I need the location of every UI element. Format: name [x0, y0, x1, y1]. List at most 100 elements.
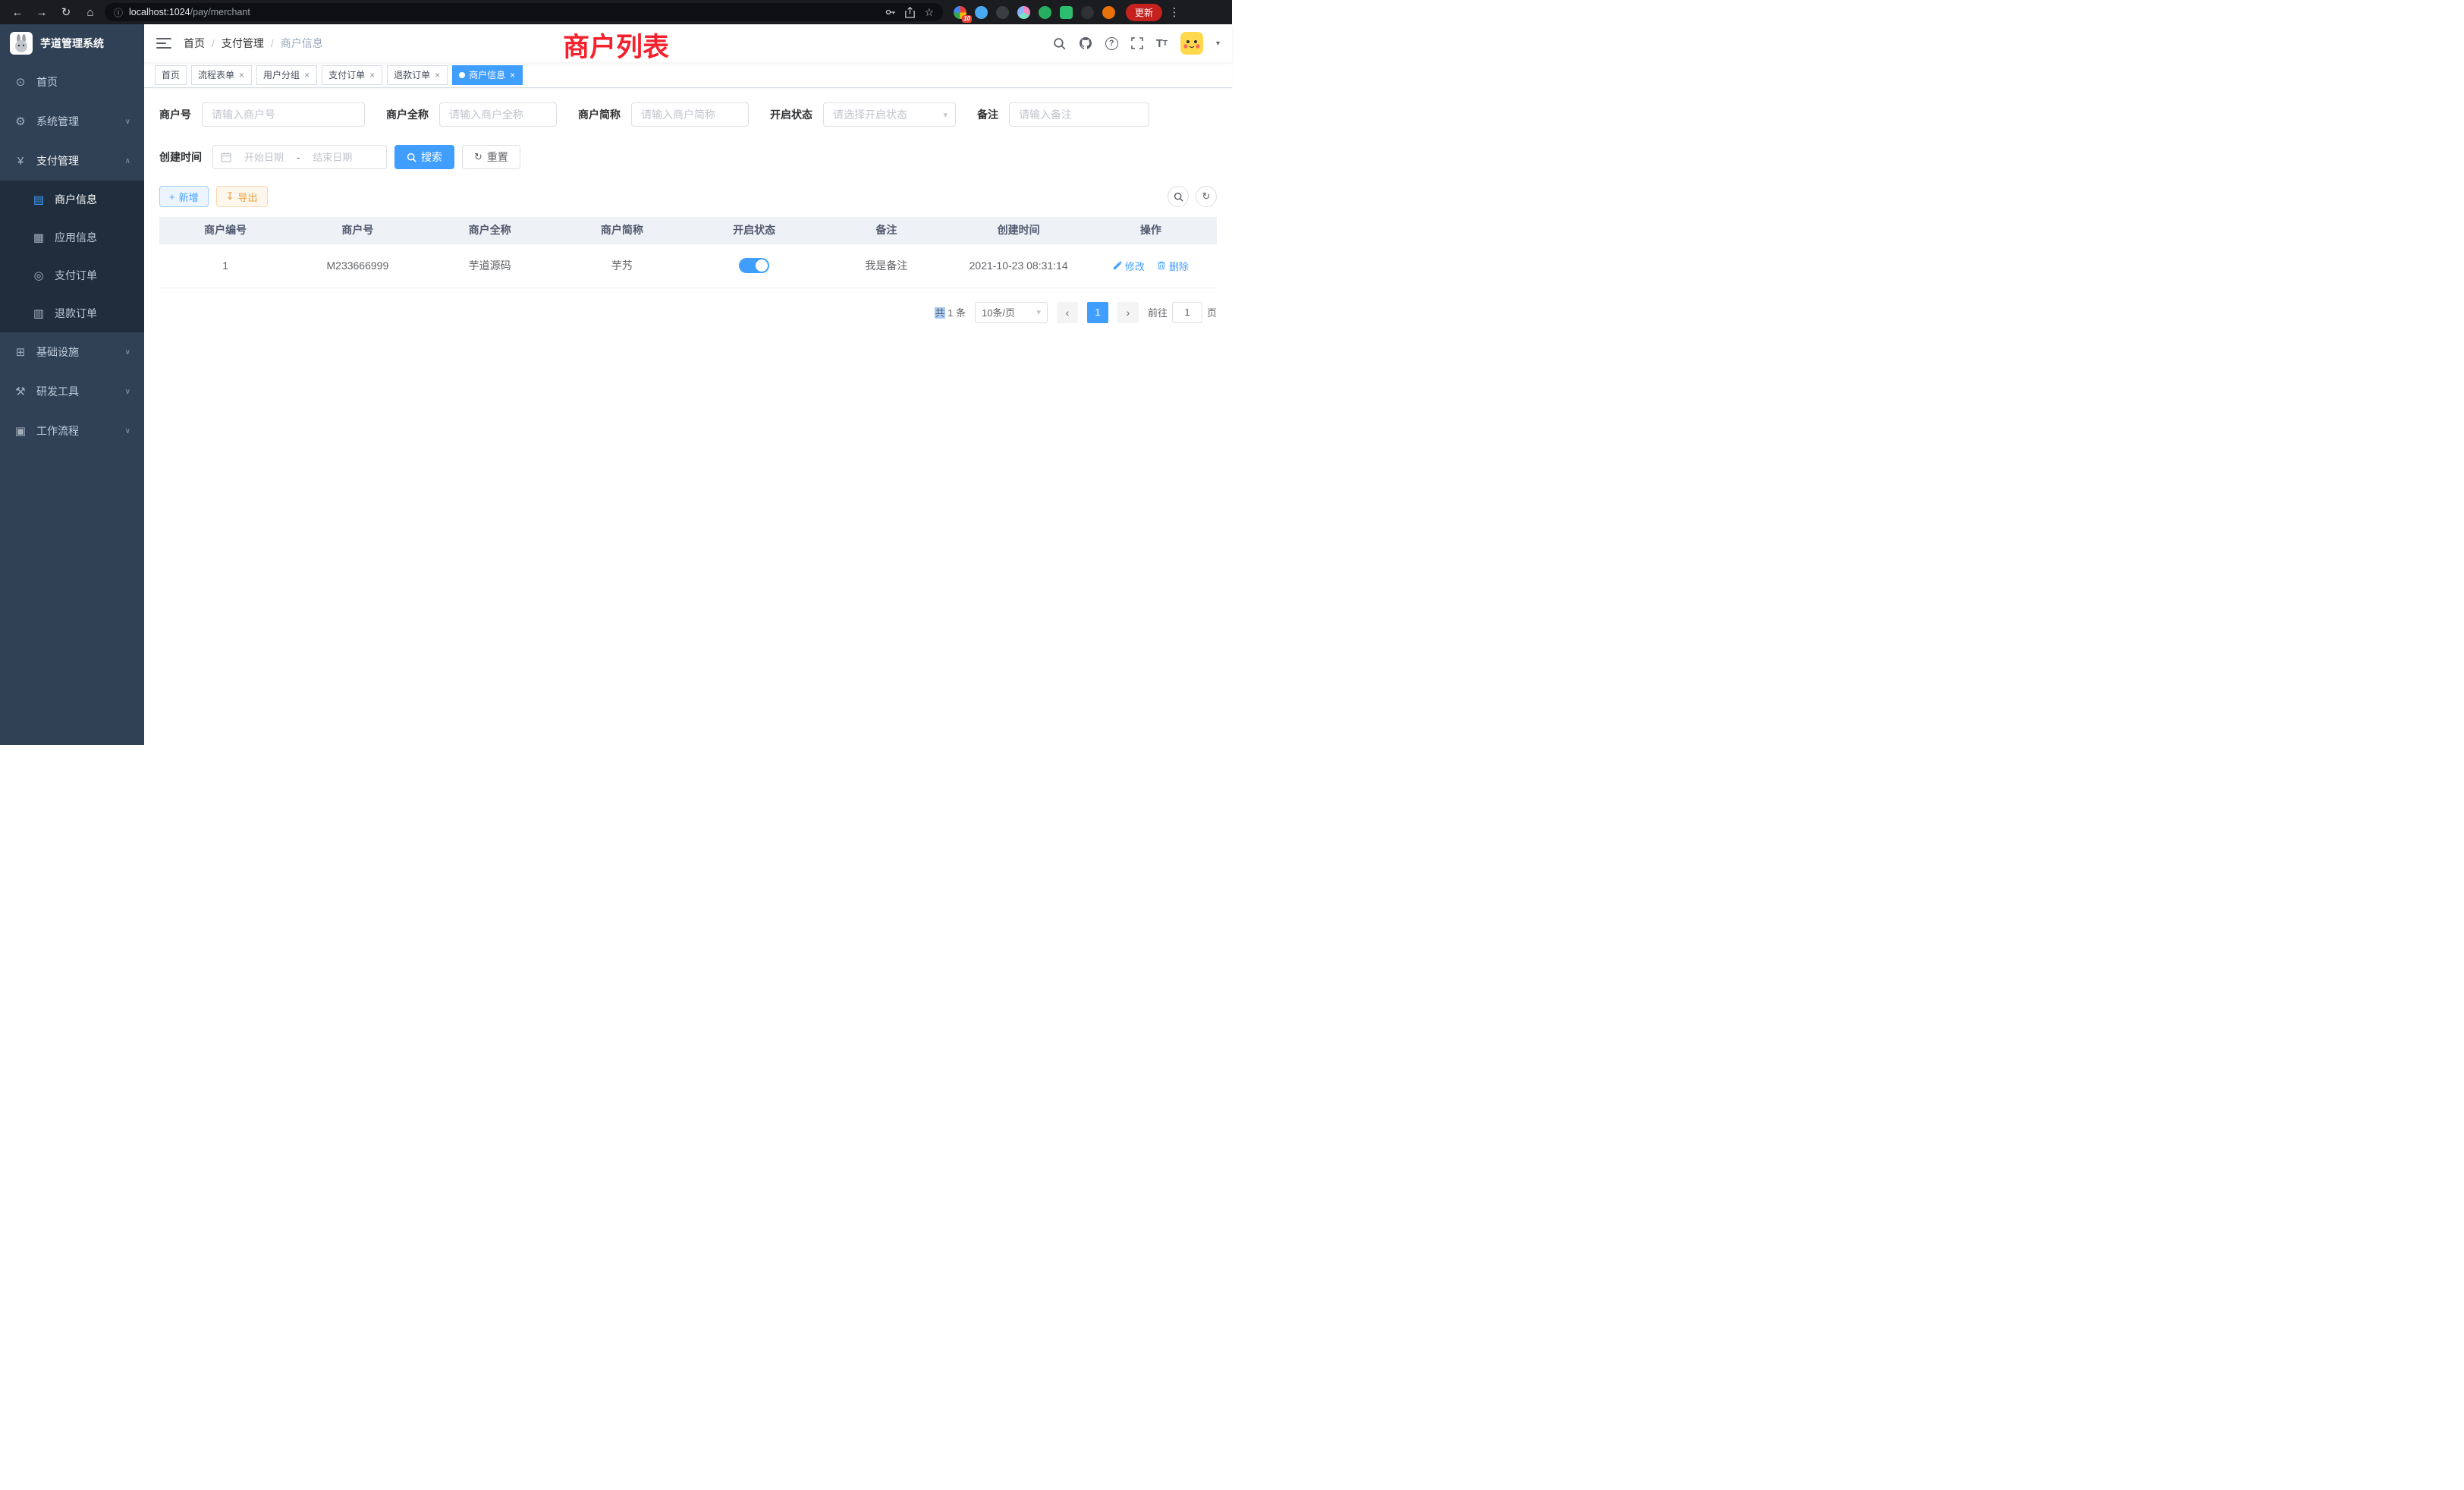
extension-icon[interactable]: [975, 6, 988, 19]
short-name-label: 商户简称: [578, 107, 621, 122]
add-button[interactable]: + 新增: [159, 186, 209, 207]
edit-button[interactable]: 修改: [1113, 259, 1145, 273]
target-icon: ◎: [32, 269, 46, 282]
site-info-icon[interactable]: ⓘ: [114, 6, 123, 19]
sidebar: 芋道管理系统 ⊙ 首页 ⚙ 系统管理 ∨ ¥ 支付管理 ∧ ▤ 商户信息 ▦ 应…: [0, 24, 144, 745]
pagination-total: 共 1 条: [935, 305, 965, 319]
browser-back-icon[interactable]: ←: [8, 2, 27, 22]
sidebar-item-label: 支付订单: [55, 268, 97, 283]
remark-label: 备注: [977, 107, 998, 122]
date-range-picker[interactable]: -: [212, 145, 387, 169]
delete-button[interactable]: 删除: [1157, 259, 1189, 273]
tab-refund-order[interactable]: 退款订单×: [387, 65, 448, 85]
status-toggle[interactable]: [739, 258, 769, 273]
sidebar-item-refund-order[interactable]: ▥ 退款订单: [0, 294, 144, 332]
close-icon[interactable]: ×: [369, 70, 376, 80]
page-size-select[interactable]: 10条/页 ▾: [975, 302, 1048, 323]
full-name-input[interactable]: [439, 102, 557, 127]
sidebar-item-pay[interactable]: ¥ 支付管理 ∧: [0, 141, 144, 181]
close-icon[interactable]: ×: [303, 70, 310, 80]
breadcrumb-home[interactable]: 首页: [184, 36, 205, 51]
export-button-label: 导出: [238, 190, 258, 204]
sidebar-item-home[interactable]: ⊙ 首页: [0, 62, 144, 102]
extension-icon[interactable]: [1017, 6, 1030, 19]
bookmark-star-icon[interactable]: ☆: [924, 6, 934, 19]
sidebar-item-system[interactable]: ⚙ 系统管理 ∨: [0, 102, 144, 141]
tab-label: 商户信息: [469, 68, 505, 81]
browser-forward-icon[interactable]: →: [32, 2, 52, 22]
merchant-table: 商户编号 商户号 商户全称 商户简称 开启状态 备注 创建时间 操作 1 M23…: [159, 217, 1217, 288]
fullscreen-icon[interactable]: [1131, 37, 1143, 49]
sidebar-item-workflow[interactable]: ▣ 工作流程 ∨: [0, 411, 144, 451]
export-button[interactable]: ↧ 导出: [216, 186, 268, 207]
logo[interactable]: 芋道管理系统: [0, 24, 144, 62]
extension-badge: 10: [962, 15, 972, 23]
extension-icon[interactable]: 10: [954, 6, 966, 19]
close-icon[interactable]: ×: [238, 70, 245, 80]
merchant-no-label: 商户号: [159, 107, 191, 122]
tags-view: 首页 流程表单× 用户分组× 支付订单 × 退款订单× 商户信息 ×: [144, 62, 1232, 88]
sidebar-item-devtools[interactable]: ⚒ 研发工具 ∨: [0, 372, 144, 411]
password-key-icon[interactable]: [885, 7, 896, 17]
extension-icon[interactable]: [1102, 6, 1115, 19]
goto-label: 前往: [1148, 305, 1168, 319]
search-button[interactable]: 搜索: [394, 145, 454, 169]
show-search-button[interactable]: [1168, 186, 1189, 207]
github-icon[interactable]: [1079, 36, 1092, 50]
browser-menu-icon[interactable]: ⋮: [1167, 5, 1182, 19]
hamburger-icon[interactable]: [156, 37, 171, 49]
short-name-input[interactable]: [631, 102, 749, 127]
chevron-down-icon[interactable]: ▾: [1216, 39, 1220, 48]
tab-home[interactable]: 首页: [155, 65, 187, 85]
reset-button[interactable]: ↻ 重置: [462, 145, 520, 169]
content: 商户号 商户全称 商户简称 开启状态 请选择开启状态 ▾: [144, 88, 1232, 745]
browser-reload-icon[interactable]: ↻: [56, 2, 76, 22]
font-size-icon[interactable]: TT: [1156, 37, 1168, 50]
sidebar-item-merchant-info[interactable]: ▤ 商户信息: [0, 181, 144, 218]
browser-update-button[interactable]: 更新: [1126, 4, 1162, 21]
status-select[interactable]: 请选择开启状态 ▾: [823, 102, 956, 127]
card-icon: ▤: [32, 193, 46, 206]
date-start-input[interactable]: [236, 152, 292, 163]
tab-label: 支付订单: [328, 68, 365, 81]
address-bar[interactable]: ⓘ localhost:1024/pay/merchant ☆: [105, 3, 943, 21]
remark-input[interactable]: [1009, 102, 1149, 127]
tab-process-form[interactable]: 流程表单×: [191, 65, 252, 85]
search-icon[interactable]: [1053, 37, 1066, 50]
extension-icon[interactable]: [1060, 6, 1073, 19]
avatar[interactable]: [1180, 32, 1203, 55]
active-dot: [459, 72, 465, 78]
help-icon[interactable]: ?: [1105, 37, 1118, 50]
sidebar-item-pay-order[interactable]: ◎ 支付订单: [0, 256, 144, 294]
breadcrumb-section[interactable]: 支付管理: [222, 36, 264, 51]
browser-home-icon[interactable]: ⌂: [80, 2, 100, 22]
next-page-button[interactable]: ›: [1117, 302, 1139, 323]
cell-full-name: 芋道源码: [424, 244, 556, 288]
tab-user-group[interactable]: 用户分组×: [256, 65, 317, 85]
chevron-down-icon: ▾: [943, 110, 948, 120]
prev-page-button[interactable]: ‹: [1057, 302, 1078, 323]
date-end-input[interactable]: [304, 152, 360, 163]
chevron-down-icon: ∨: [125, 118, 130, 126]
date-separator: -: [297, 152, 300, 163]
col-header-merchant-id: 商户编号: [159, 217, 291, 244]
close-icon[interactable]: ×: [509, 70, 516, 80]
extension-icon[interactable]: [996, 6, 1009, 19]
merchant-no-input[interactable]: [202, 102, 365, 127]
calendar-icon: [221, 152, 231, 162]
page-1-button[interactable]: 1: [1087, 302, 1108, 323]
share-icon[interactable]: [905, 7, 915, 18]
tab-merchant-info[interactable]: 商户信息 ×: [452, 65, 523, 85]
app: 芋道管理系统 ⊙ 首页 ⚙ 系统管理 ∨ ¥ 支付管理 ∧ ▤ 商户信息 ▦ 应…: [0, 24, 1232, 745]
monitor-icon: ⊞: [14, 345, 27, 359]
refresh-button[interactable]: ↻: [1196, 186, 1217, 207]
extension-icon[interactable]: [1039, 6, 1051, 19]
filter-row-1: 商户号 商户全称 商户简称 开启状态 请选择开启状态 ▾: [159, 102, 1217, 127]
close-icon[interactable]: ×: [434, 70, 441, 80]
sidebar-item-infra[interactable]: ⊞ 基础设施 ∨: [0, 332, 144, 372]
sidebar-item-app-info[interactable]: ▦ 应用信息: [0, 218, 144, 256]
goto-page-input[interactable]: [1172, 302, 1202, 323]
tab-pay-order[interactable]: 支付订单 ×: [322, 65, 382, 85]
sidebar-item-label: 退款订单: [55, 306, 97, 321]
extension-icon[interactable]: [1081, 6, 1094, 19]
